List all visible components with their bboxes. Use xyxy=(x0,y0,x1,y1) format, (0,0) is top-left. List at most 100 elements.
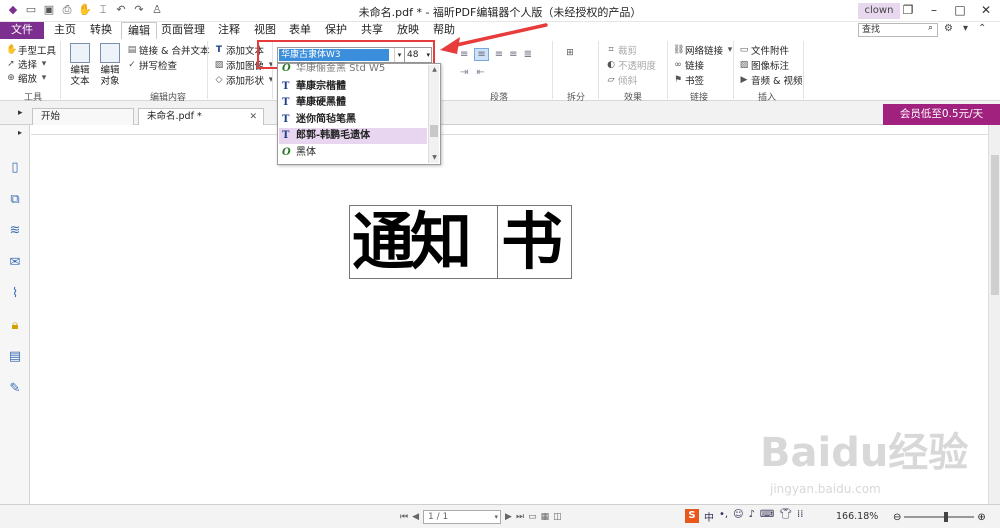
tab-page-management[interactable]: 页面管理 xyxy=(160,22,206,39)
attachment-icon[interactable]: ⌇ xyxy=(7,286,23,302)
close-icon[interactable]: ✕ xyxy=(249,109,257,125)
two-page-icon[interactable]: ◫ xyxy=(553,512,562,522)
signature-icon[interactable]: ✎ xyxy=(7,381,23,397)
search-icon[interactable]: ⌕ xyxy=(928,23,933,33)
text-box-notice[interactable]: 通知 xyxy=(349,205,498,279)
opacity-button[interactable]: ◐ 不透明度 xyxy=(606,58,656,72)
next-page-icon[interactable]: ▶ xyxy=(505,512,512,522)
scroll-down-icon[interactable]: ▼ xyxy=(429,153,440,163)
keyboard-icon[interactable]: ⌨ xyxy=(760,509,774,524)
link-merge-button[interactable]: ▤ 链接 & 合并文本 xyxy=(127,43,210,57)
add-shape-button[interactable]: ◇添加形状▾ xyxy=(214,73,276,87)
zoom-slider[interactable]: ⊖ ⊕ xyxy=(893,511,993,523)
continuous-icon[interactable]: ▦ xyxy=(541,512,550,522)
edit-text-button[interactable]: 编辑文本 xyxy=(66,43,94,87)
opentype-font-icon: O xyxy=(282,147,291,158)
page-number-input[interactable]: 1 / 1 ▾ xyxy=(423,510,502,524)
restore-icon[interactable]: ❐ xyxy=(900,2,916,18)
zoom-knob[interactable] xyxy=(944,512,949,522)
zoom-track[interactable] xyxy=(904,512,975,522)
outdent-icon[interactable]: ⇤ xyxy=(476,67,484,78)
select-tool-button[interactable]: ➚ 选择 ▾ xyxy=(6,57,49,71)
font-list-item[interactable]: T 迷你简毡笔黑 xyxy=(279,112,427,128)
indent-icon[interactable]: ⇥ xyxy=(460,67,468,78)
font-name: 華康宗楷體 xyxy=(296,81,346,92)
minimize-icon[interactable]: – xyxy=(926,2,942,18)
tab-form[interactable]: 表单 xyxy=(285,22,315,39)
font-list-item[interactable]: T 華康硬黑體 xyxy=(279,95,427,111)
fit-page-icon[interactable]: ▭ xyxy=(528,512,537,522)
tab-slideshow[interactable]: 放映 xyxy=(393,22,423,39)
search-input[interactable]: 查找 xyxy=(858,23,938,37)
scroll-thumb[interactable] xyxy=(991,155,999,295)
tab-document[interactable]: 未命名.pdf * ✕ xyxy=(138,108,264,125)
maximize-icon[interactable]: □ xyxy=(952,2,968,18)
vip-banner[interactable]: 会员低至0.5元/天 xyxy=(883,104,1000,125)
tab-share[interactable]: 共享 xyxy=(357,22,387,39)
font-list-item[interactable]: O 黑体 xyxy=(279,145,427,161)
tab-view[interactable]: 视图 xyxy=(250,22,280,39)
tab-comment[interactable]: 注释 xyxy=(214,22,244,39)
spell-check-button[interactable]: ✓ 拼写检查 xyxy=(127,58,177,72)
last-page-icon[interactable]: ⏭ xyxy=(516,512,524,522)
lock-icon[interactable]: 🔒︎ xyxy=(7,318,23,334)
edit-object-button[interactable]: 编辑对象 xyxy=(96,43,124,87)
comments-icon[interactable]: ✉ xyxy=(7,255,23,271)
pages-panel-icon[interactable]: ▯ xyxy=(7,160,23,176)
thumbnails-icon[interactable]: ⧉ xyxy=(7,192,23,208)
user-badge[interactable]: clown xyxy=(858,3,900,19)
sogou-ime-icon[interactable]: S xyxy=(685,509,699,523)
prev-page-icon[interactable]: ◀ xyxy=(412,512,419,522)
chevron-down-icon: ▾ xyxy=(41,73,47,83)
chevron-down-icon[interactable]: ▾ xyxy=(495,511,499,523)
zoom-out-icon[interactable]: ⊖ xyxy=(893,512,901,523)
tab-start[interactable]: 开始 xyxy=(32,108,134,125)
ime-mode-icon[interactable]: 中 xyxy=(704,509,714,524)
file-attachment-button[interactable]: ▭ 文件附件 xyxy=(739,43,789,57)
title-bar: ◆ ▭ ▣ ⎙ ✋ ⌶ ↶ ↷ ♙ 未命名.pdf * - 福昕PDF编辑器个人… xyxy=(0,0,1000,22)
link-button[interactable]: ∞ 链接 xyxy=(673,58,704,72)
panel-toggle-icon[interactable]: ▸ xyxy=(18,128,22,137)
image-annotation-button[interactable]: ▨ 图像标注 xyxy=(739,58,789,72)
skew-button[interactable]: ▱ 倾斜 xyxy=(606,73,637,87)
font-list-item[interactable]: O 华康俪金黑 Std W5 xyxy=(279,61,427,77)
emoji-icon[interactable]: ☺ xyxy=(733,509,743,524)
hand-tool-button[interactable]: ✋ 手型工具 xyxy=(6,43,56,57)
close-icon[interactable]: ✕ xyxy=(978,2,994,18)
tab-home[interactable]: 主页 xyxy=(50,22,80,39)
text-box-book[interactable]: 书 xyxy=(498,205,572,279)
font-list-item[interactable]: T 華康宗楷體 xyxy=(279,79,427,95)
scroll-thumb[interactable] xyxy=(430,125,438,137)
font-name: 華康硬黑體 xyxy=(296,97,346,108)
tab-convert[interactable]: 转换 xyxy=(86,22,116,39)
font-name: 华康俪金黑 Std W5 xyxy=(296,63,386,74)
web-link-button[interactable]: ⛓ 网络链接 ▾ xyxy=(673,43,735,57)
zoom-in-icon[interactable]: ⊕ xyxy=(977,512,985,523)
zoom-tool-button[interactable]: ⊕ 缩放 ▾ xyxy=(6,71,49,85)
scroll-up-icon[interactable]: ▲ xyxy=(429,65,440,75)
tab-protect[interactable]: 保护 xyxy=(321,22,351,39)
audio-video-button[interactable]: ▶ 音频 & 视频 xyxy=(739,73,803,87)
microphone-icon[interactable]: ♪ xyxy=(749,509,755,524)
split-button[interactable]: ⊞ xyxy=(565,48,575,58)
collapse-ribbon-icon[interactable]: ⌃ xyxy=(978,23,986,34)
tab-edit[interactable]: 编辑 xyxy=(121,22,157,39)
truetype-font-icon: T xyxy=(282,97,290,108)
font-list-item-selected[interactable]: T 郎郭-韩鹏毛遗体 xyxy=(279,128,427,144)
tab-file[interactable]: 文件 xyxy=(0,22,44,39)
skin-icon[interactable]: 👕︎ xyxy=(779,509,792,524)
bookmark-button[interactable]: ⚑ 书签 xyxy=(673,73,704,87)
tab-menu-icon[interactable]: ▸ xyxy=(18,108,23,118)
font-list-scrollbar[interactable]: ▲ ▼ xyxy=(428,65,439,163)
tools-grid-icon[interactable]: ⁞⁞ xyxy=(797,509,803,524)
punctuation-icon[interactable]: •, xyxy=(719,509,728,524)
bookmark-icon: ⚑ xyxy=(673,75,683,85)
dropdown-icon[interactable]: ▾ xyxy=(963,23,968,34)
vertical-scrollbar[interactable] xyxy=(988,125,1000,504)
first-page-icon[interactable]: ⏮ xyxy=(400,512,408,522)
settings-icon[interactable]: ⚙ xyxy=(944,23,953,34)
crop-button[interactable]: ⌗ 裁剪 xyxy=(606,43,637,57)
layers-icon[interactable]: ≋ xyxy=(7,223,23,239)
form-fields-icon[interactable]: ▤ xyxy=(7,349,23,365)
opentype-font-icon: O xyxy=(282,63,291,74)
